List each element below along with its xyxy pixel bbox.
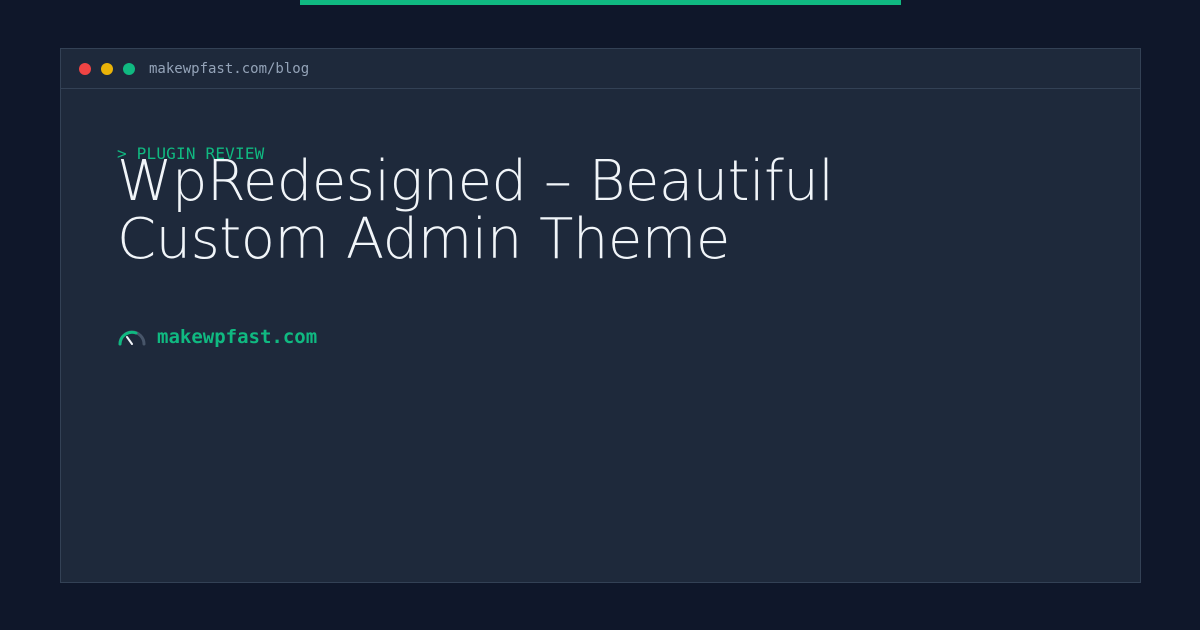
- speedometer-icon: [118, 330, 146, 346]
- window-titlebar: makewpfast.com/blog: [61, 49, 1140, 89]
- post-header: > PLUGIN REVIEW WpRedesigned – Beautiful…: [117, 145, 1017, 269]
- top-accent-bar: [300, 0, 901, 5]
- post-title: WpRedesigned – Beautiful Custom Admin Th…: [117, 149, 834, 272]
- brand-name: makewpfast.com: [157, 326, 318, 348]
- minimize-dot[interactable]: [101, 62, 113, 75]
- url-text: makewpfast.com/blog: [149, 60, 310, 77]
- close-dot[interactable]: [79, 62, 91, 75]
- maximize-dot[interactable]: [123, 62, 135, 75]
- browser-window: makewpfast.com/blog > PLUGIN REVIEW WpRe…: [60, 48, 1141, 583]
- brand-link[interactable]: makewpfast.com: [117, 325, 317, 349]
